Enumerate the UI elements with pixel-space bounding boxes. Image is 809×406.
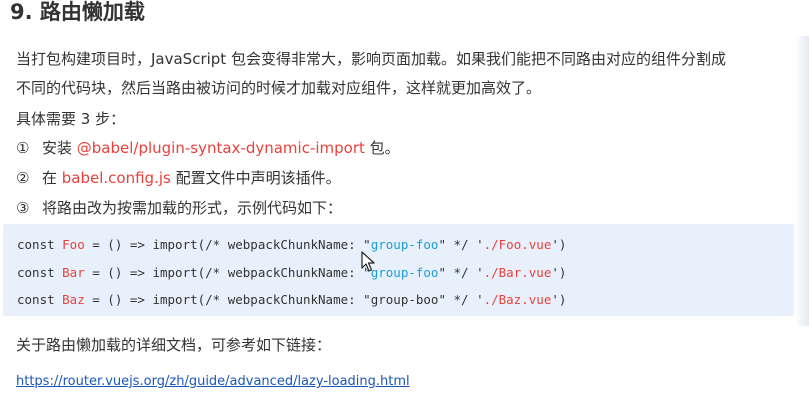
code-text: " */ ' xyxy=(438,265,484,280)
code-text: " */ ' xyxy=(438,237,484,252)
code-block: const Foo = () => import(/* webpackChunk… xyxy=(3,224,794,316)
code-text: ') xyxy=(551,265,567,280)
code-path: ./Foo.vue xyxy=(483,237,552,252)
code-keyword: const xyxy=(17,237,63,252)
code-text: = () => import(/* webpackChunkName: " xyxy=(84,265,371,280)
section-heading: 9. 路由懒加载 xyxy=(10,0,145,24)
steps-intro: 具体需要 3 步： xyxy=(16,110,126,128)
docs-link[interactable]: https://router.vuejs.org/zh/guide/advanc… xyxy=(16,373,410,391)
code-chunk-name: group-boo xyxy=(370,292,439,307)
code-text: " */ ' xyxy=(438,292,484,307)
code-text: = () => import(/* webpackChunkName: " xyxy=(84,292,371,307)
step-marker: ① xyxy=(16,139,30,157)
code-text: ') xyxy=(551,237,567,252)
code-chunk-name: group-foo xyxy=(370,237,439,252)
step-text: 在 xyxy=(42,169,62,187)
step-marker: ② xyxy=(16,169,30,187)
code-line: const Foo = () => import(/* webpackChunk… xyxy=(17,236,566,254)
code-line: const Bar = () => import(/* webpackChunk… xyxy=(17,264,566,282)
step-text-end: 包。 xyxy=(364,139,400,157)
intro-paragraph-line-1: 当打包构建项目时，JavaScript 包会变得非常大，影响页面加载。如果我们能… xyxy=(16,50,726,68)
code-identifier: Foo xyxy=(62,237,85,252)
intro-paragraph-line-2: 不同的代码块，然后当路由被访问的时候才加载对应组件，这样就更加高效了。 xyxy=(16,79,542,97)
mouse-cursor-icon xyxy=(361,251,375,272)
step-text-end: 配置文件中声明该插件。 xyxy=(170,169,341,187)
document-page: 9. 路由懒加载 当打包构建项目时，JavaScript 包会变得非常大，影响页… xyxy=(0,0,809,406)
step-3: ③ 将路由改为按需加载的形式，示例代码如下： xyxy=(16,198,342,218)
code-text: = () => import(/* webpackChunkName: " xyxy=(84,237,371,252)
step-marker: ③ xyxy=(16,199,30,217)
code-text: ') xyxy=(551,292,567,307)
code-identifier: Baz xyxy=(62,292,85,307)
step-text: 安装 xyxy=(42,139,77,157)
code-path: ./Baz.vue xyxy=(483,292,552,307)
link-intro: 关于路由懒加载的详细文档，可参考如下链接： xyxy=(16,336,332,354)
code-path: ./Bar.vue xyxy=(483,265,552,280)
code-identifier: Bar xyxy=(62,265,85,280)
code-line: const Baz = () => import(/* webpackChunk… xyxy=(17,291,566,309)
code-keyword: const xyxy=(17,265,63,280)
step-1: ① 安装 @babel/plugin-syntax-dynamic-import … xyxy=(16,138,400,158)
config-file-name: babel.config.js xyxy=(61,169,171,187)
code-chunk-name: group-foo xyxy=(370,265,439,280)
edge-shadow xyxy=(795,36,809,326)
step-2: ②在 babel.config.js 配置文件中声明该插件。 xyxy=(16,168,341,188)
code-keyword: const xyxy=(17,292,63,307)
package-name: @babel/plugin-syntax-dynamic-import xyxy=(76,139,365,157)
step-text: 将路由改为按需加载的形式，示例代码如下： xyxy=(42,199,343,217)
